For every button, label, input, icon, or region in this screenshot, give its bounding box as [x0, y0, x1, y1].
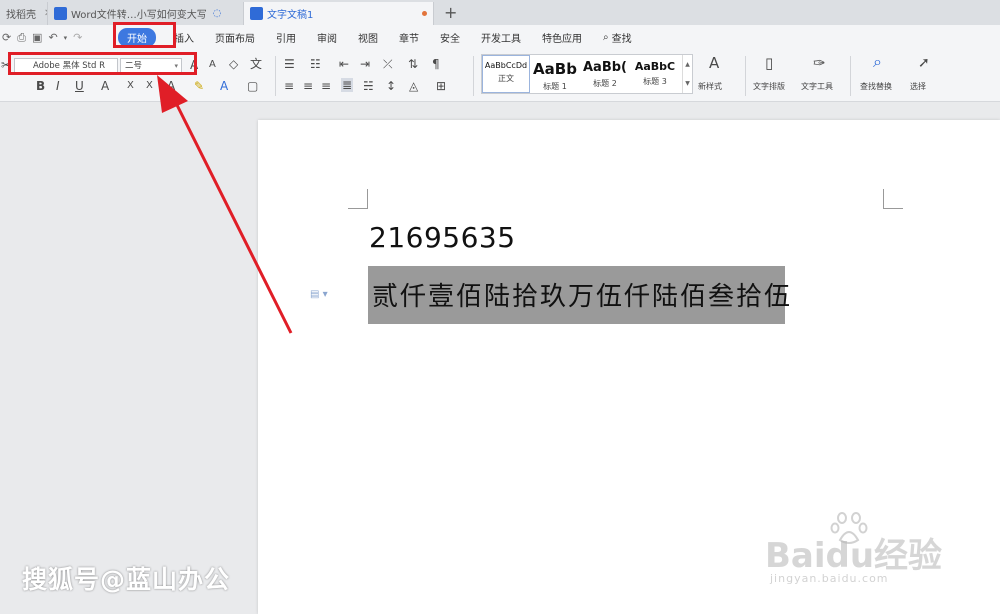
numbering-icon[interactable]: ☷ [310, 57, 321, 71]
chevron-down-icon[interactable]: ▾ [64, 34, 68, 42]
italic-icon[interactable]: I [56, 79, 60, 93]
style-gallery-scroll[interactable]: ▲ ▼ [682, 55, 692, 93]
sohu-watermark: 搜狐号@蓝山办公 [22, 565, 231, 594]
redo-icon[interactable]: ↷ [73, 31, 82, 44]
phonetic-icon[interactable]: 文 [250, 57, 262, 71]
unsaved-dot-icon [422, 11, 427, 16]
menu-review[interactable]: 审阅 [317, 30, 337, 45]
text-tools-icon[interactable]: ✑ [813, 56, 826, 71]
document-icon [250, 7, 263, 20]
underline-icon[interactable]: U [75, 79, 84, 93]
menu-page-layout[interactable]: 页面布局 [215, 30, 255, 45]
style-normal[interactable]: AaBbCcDd 正文 [482, 55, 530, 93]
style-name: 标题 1 [543, 82, 567, 91]
select-label[interactable]: 选择 [910, 81, 926, 92]
style-sample: AaBb [533, 60, 577, 78]
chevron-up-icon[interactable]: ▲ [685, 61, 690, 68]
highlight-box-font-name [8, 52, 197, 75]
decrease-indent-icon[interactable]: ⇤ [339, 57, 349, 71]
quick-access-toolbar: ⟳ ⎙ ▣ ↶ ▾ ↷ [0, 31, 118, 45]
line-spacing-icon[interactable]: ↕ [386, 79, 396, 93]
highlight-icon[interactable]: ✎ [194, 79, 204, 93]
superscript-icon[interactable]: X [127, 79, 134, 93]
subscript-icon[interactable]: X [146, 79, 153, 93]
find-replace-label[interactable]: 查找替换 [860, 81, 892, 92]
bullets-icon[interactable]: ☰ [284, 57, 295, 71]
chinese-layout-icon[interactable]: ⤫ [383, 57, 393, 71]
document-icon [54, 7, 67, 20]
style-gallery: AaBbCcDd 正文 AaBb 标题 1 AaBb( 标题 2 AaBbC 标… [481, 54, 693, 94]
style-name: 标题 3 [643, 77, 667, 86]
new-tab-button[interactable]: + [444, 2, 457, 25]
search-icon: ⌕ [603, 32, 609, 43]
shading-icon[interactable]: ◬ [409, 79, 418, 93]
shrink-font-icon[interactable]: A [209, 58, 216, 72]
text-layout-icon[interactable]: ▯ [765, 56, 773, 71]
menu-insert[interactable]: 插入 [174, 30, 194, 45]
ribbon-separator [275, 56, 276, 96]
menu-chapter[interactable]: 章节 [399, 30, 419, 45]
search-button[interactable]: ⌕ 查找 [603, 30, 632, 45]
cursor-icon[interactable]: ➚ [918, 56, 930, 70]
font-color-icon[interactable]: A [220, 79, 228, 93]
clear-format-icon[interactable]: ◇ [229, 57, 238, 71]
style-heading-2[interactable]: AaBb( 标题 2 [580, 55, 630, 93]
increase-indent-icon[interactable]: ⇥ [360, 57, 370, 71]
style-name: 正文 [498, 74, 514, 83]
menu-view[interactable]: 视图 [358, 30, 378, 45]
chevron-down-icon[interactable]: ▼ [685, 80, 690, 87]
undo-icon[interactable]: ↶ [48, 31, 57, 44]
number-line[interactable]: 21695635 [369, 221, 516, 254]
ribbon-separator [473, 56, 474, 96]
text-tools-label[interactable]: 文字工具 [801, 81, 833, 92]
search-label: 查找 [611, 34, 632, 45]
style-heading-3[interactable]: AaBbC 标题 3 [630, 55, 680, 93]
tab-label: 找稻壳 [6, 10, 36, 21]
style-name: 标题 2 [593, 79, 617, 88]
style-sample: AaBbCcDd [484, 61, 528, 70]
align-right-icon[interactable]: ≡ [321, 79, 331, 93]
chinese-amount-line[interactable]: 贰仟壹佰陆拾玖万伍仟陆佰叁拾伍 [372, 276, 792, 313]
align-center-icon[interactable]: ≡ [303, 79, 313, 93]
tab-current-doc[interactable]: 文字文稿1 [244, 2, 434, 25]
menu-references[interactable]: 引用 [276, 30, 296, 45]
text-layout-label[interactable]: 文字排版 [753, 81, 785, 92]
menu-developer[interactable]: 开发工具 [481, 30, 521, 45]
sort-icon[interactable]: ⇅ [408, 57, 418, 71]
new-style-icon[interactable]: A [709, 56, 719, 71]
preview-icon[interactable]: ▣ [32, 31, 42, 44]
tab-label: Word文件转…小写如何变大写 [71, 10, 207, 21]
text-effect-icon[interactable]: A [167, 79, 175, 93]
char-border-icon[interactable]: ▢ [247, 79, 258, 93]
open-icon[interactable]: ⟳ [2, 31, 11, 44]
menu-security[interactable]: 安全 [440, 30, 460, 45]
bold-icon[interactable]: B [36, 79, 45, 93]
distribute-icon[interactable]: ☵ [363, 79, 374, 93]
print-icon[interactable]: ⎙ [17, 31, 26, 45]
highlight-box-start-tab [113, 22, 176, 48]
menu-special[interactable]: 特色应用 [542, 30, 582, 45]
border-icon[interactable]: ⊞ [436, 79, 446, 93]
style-heading-1[interactable]: AaBb 标题 1 [530, 55, 580, 93]
align-left-icon[interactable]: ≡ [284, 79, 294, 93]
ribbon-separator [850, 56, 851, 96]
baidu-watermark: Baidu经验 [765, 536, 943, 576]
paragraph-handle-icon[interactable]: ▤ ▾ [310, 289, 328, 300]
ribbon-separator [745, 56, 746, 96]
page-corner-mark [348, 189, 368, 209]
style-sample: AaBb( [583, 60, 627, 75]
baidu-watermark-url: jingyan.baidu.com [770, 572, 889, 585]
style-sample: AaBbC [634, 60, 676, 73]
tab-label: 文字文稿1 [267, 10, 314, 21]
justify-icon[interactable]: ≣ [341, 78, 354, 92]
tab-daoke[interactable]: 找稻壳 ✕ [0, 2, 48, 25]
page-corner-mark [883, 189, 903, 209]
strikethrough-icon[interactable]: A [101, 79, 109, 93]
find-replace-icon[interactable]: ⌕ [873, 54, 882, 70]
show-marks-icon[interactable]: ¶ [432, 57, 440, 71]
comment-icon[interactable]: ◌ [213, 8, 222, 19]
new-style-label[interactable]: 新样式 [698, 81, 722, 92]
